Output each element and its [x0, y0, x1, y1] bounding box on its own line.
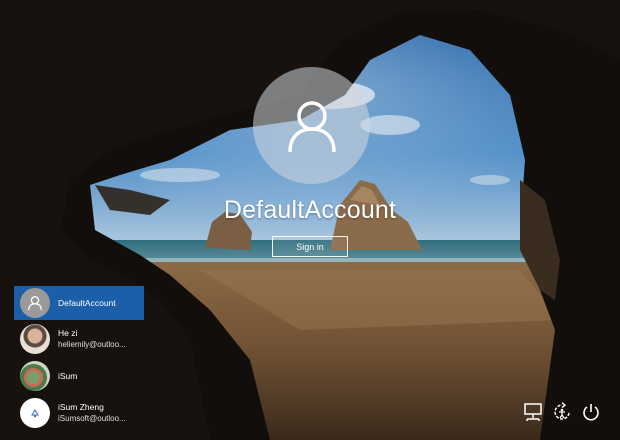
generic-user-icon: [20, 288, 50, 318]
user-photo: [20, 361, 50, 391]
user-item-isum[interactable]: iSum: [14, 358, 144, 394]
user-name: iSum Zheng: [58, 402, 104, 412]
user-avatar: [253, 67, 370, 184]
user-email: iSumsoft@outloo...: [58, 414, 126, 423]
user-email: heliemily@outloo...: [58, 340, 126, 349]
user-switcher-list: DefaultAccount He zi heliemily@outloo...…: [14, 286, 144, 432]
brand-logo: [20, 398, 50, 428]
user-photo: [20, 324, 50, 354]
power-icon[interactable]: [580, 401, 602, 423]
user-name: iSum: [58, 370, 78, 381]
person-icon: [287, 100, 336, 152]
user-name: DefaultAccount: [58, 297, 116, 308]
sign-in-button[interactable]: Sign in: [272, 236, 348, 257]
network-icon[interactable]: [522, 401, 544, 423]
ease-of-access-icon[interactable]: [551, 401, 573, 423]
user-item-isum-zheng[interactable]: iSum Zheng iSumsoft@outloo...: [14, 395, 144, 431]
user-name: He zi: [58, 328, 78, 338]
user-item-he-zi[interactable]: He zi heliemily@outloo...: [14, 321, 144, 357]
user-item-defaultaccount[interactable]: DefaultAccount: [14, 286, 144, 320]
